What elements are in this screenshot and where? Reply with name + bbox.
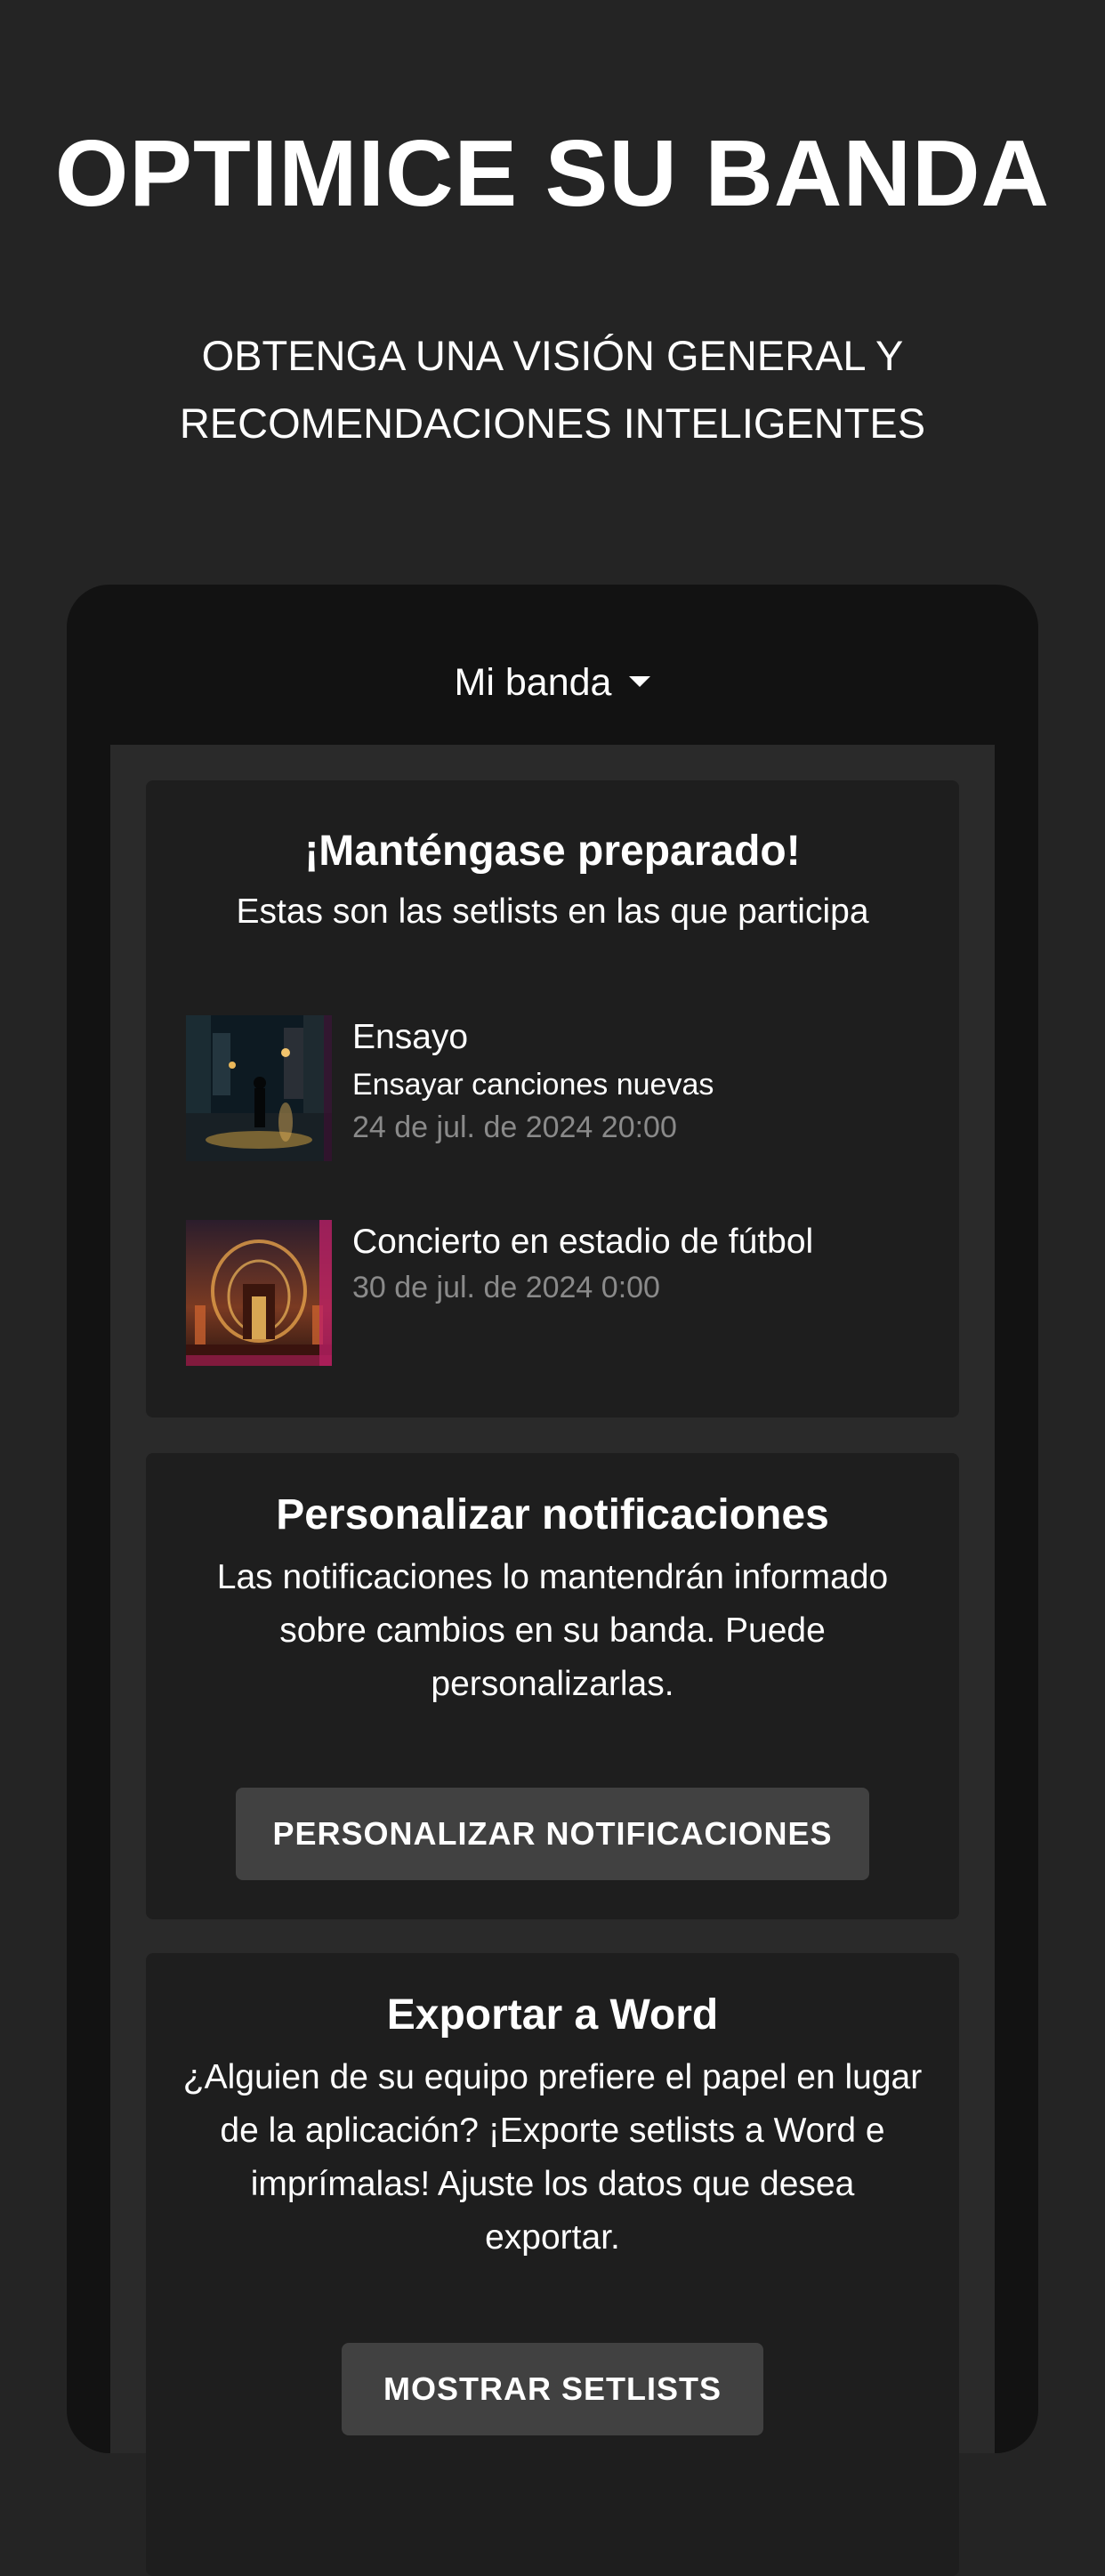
notifications-card-text: Las notificaciones lo mantendrán informa… — [216, 1558, 889, 1703]
export-card-title: Exportar a Word — [386, 1991, 719, 2039]
setlist-cover-image — [186, 1015, 332, 1161]
band-selector-label: Mi banda — [454, 661, 612, 704]
caret-down-icon — [629, 675, 651, 687]
hero-subtitle-line-2: RECOMENDACIONES INTELIGENTES — [179, 400, 926, 447]
setlist-item-date: 30 de jul. de 2024 0:00 — [352, 1271, 660, 1304]
setlist-item[interactable]: Concierto en estadio de fútbol 30 de jul… — [186, 1220, 933, 1368]
phone-mockup: Mi banda ¡Manténgase preparado! Estas so… — [67, 585, 1038, 2576]
setlist-item-name: Ensayo — [352, 1018, 469, 1056]
setlist-item[interactable]: Ensayo Ensayar canciones nuevas 24 de ju… — [186, 1015, 933, 1163]
setlist-item-name: Concierto en estadio de fútbol — [352, 1223, 814, 1261]
show-setlists-button[interactable]: MOSTRAR SETLISTS — [342, 2343, 763, 2435]
notifications-card-title: Personalizar notificaciones — [276, 1491, 829, 1538]
hero-title: OPTIMICE SU BANDA — [54, 121, 1051, 226]
prepared-card-title: ¡Manténgase preparado! — [304, 828, 801, 875]
prepared-card-subtitle: Estas son las setlists en las que partic… — [236, 892, 869, 931]
export-card-text: ¿Alguien de su equipo prefiere el papel … — [182, 2058, 923, 2257]
band-selector[interactable]: Mi banda — [67, 660, 1038, 705]
setlist-item-description: Ensayar canciones nuevas — [352, 1068, 714, 1102]
hero-subtitle-line-1: OBTENGA UNA VISIÓN GENERAL Y — [201, 332, 904, 379]
setlist-cover-image — [186, 1220, 332, 1366]
customize-notifications-button[interactable]: PERSONALIZAR NOTIFICACIONES — [236, 1788, 869, 1880]
export-card: Exportar a Word ¿Alguien de su equipo pr… — [146, 1953, 959, 2576]
app-screen: ¡Manténgase preparado! Estas son las set… — [110, 745, 995, 2576]
prepared-card: ¡Manténgase preparado! Estas son las set… — [146, 780, 959, 1417]
setlist-item-date: 24 de jul. de 2024 20:00 — [352, 1110, 677, 1144]
hero-subtitle: OBTENGA UNA VISIÓN GENERAL Y RECOMENDACI… — [108, 322, 997, 457]
notifications-card: Personalizar notificaciones Las notifica… — [146, 1453, 959, 1919]
